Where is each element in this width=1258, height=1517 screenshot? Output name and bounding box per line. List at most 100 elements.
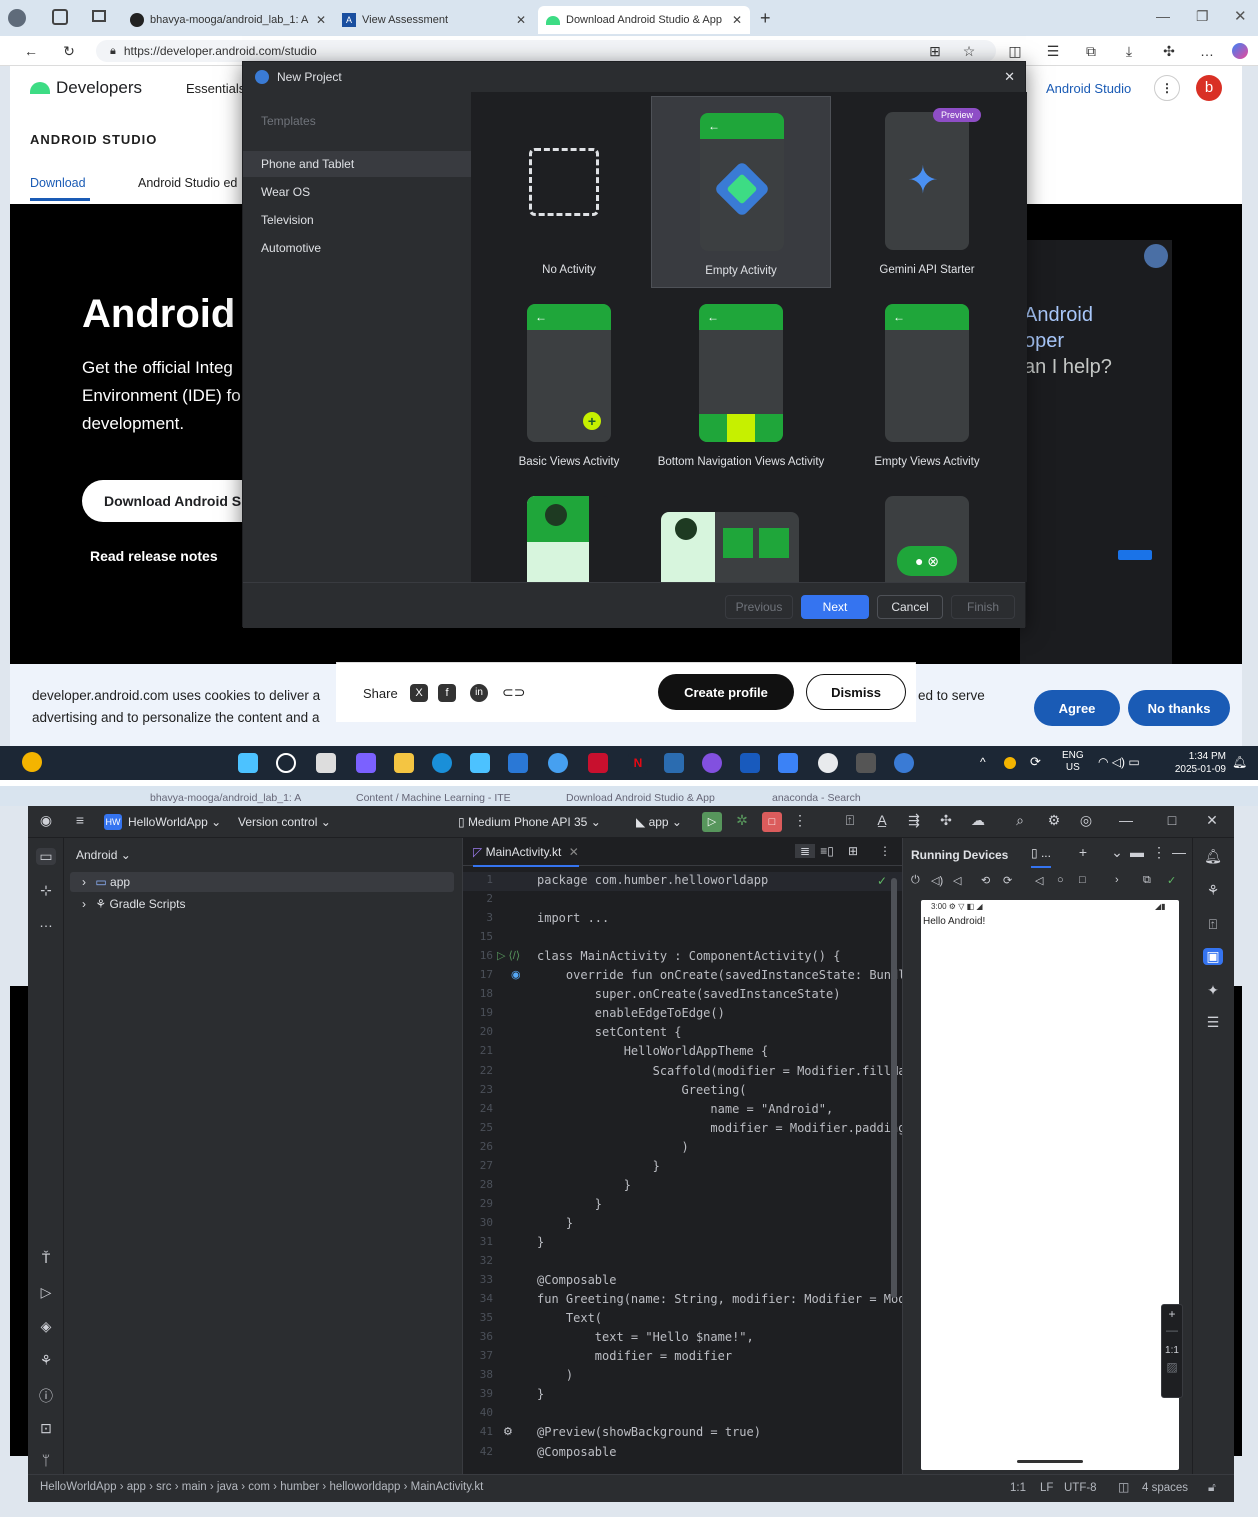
translate-icon[interactable]: A̲ (872, 812, 892, 828)
close-window-icon[interactable]: ✕ (1234, 7, 1247, 25)
code-line[interactable]: fun Greeting(name: String, modifier: Mod… (537, 1292, 902, 1306)
template-gemini-api-starter[interactable]: ✦ Preview Gemini API Starter (837, 96, 1017, 288)
breadcrumb-item[interactable]: main (182, 1481, 207, 1493)
subnav-download[interactable]: Download (30, 176, 86, 190)
breadcrumb-item[interactable]: com (248, 1481, 270, 1493)
edge-icon[interactable] (432, 753, 452, 773)
rotate-right-icon[interactable]: ⟳ (1003, 874, 1012, 887)
screenshot-icon[interactable]: ⧉ (1143, 874, 1151, 887)
code-line[interactable]: super.onCreate(savedInstanceState) (537, 987, 841, 1001)
gemini-icon[interactable]: ☁ (968, 812, 988, 829)
code-line[interactable]: Greeting( (537, 1083, 746, 1097)
breadcrumb-item[interactable]: humber (280, 1481, 319, 1493)
volume-up-icon[interactable]: ◁) (931, 874, 943, 887)
code-line[interactable]: ) (537, 1140, 688, 1154)
more-chevron-icon[interactable]: › (1115, 874, 1119, 886)
code-line[interactable]: text = "Hello $name!", (537, 1330, 754, 1344)
code-line[interactable]: class MainActivity : ComponentActivity()… (537, 949, 840, 963)
avatar[interactable]: b (1196, 75, 1222, 101)
new-tab-icon[interactable]: + (760, 8, 771, 29)
github-desktop-icon[interactable] (702, 753, 722, 773)
lock-icon[interactable]: 🔓︎ (1208, 1480, 1216, 1495)
template-navigation-drawer[interactable] (479, 480, 659, 582)
tab-options-icon[interactable]: ⋮ (875, 844, 895, 858)
zoom-ratio[interactable]: 1:1 (1162, 1345, 1182, 1356)
project-tool-icon[interactable]: ▭ (36, 848, 56, 865)
code-line[interactable]: @Composable (537, 1445, 616, 1459)
running-devices-tool-icon[interactable]: ▣ (1203, 948, 1223, 965)
chevron-down-icon[interactable]: ⌄ (1107, 844, 1127, 861)
tab-view-assessment[interactable]: A View Assessment ✕ (334, 6, 534, 34)
version-control-selector[interactable]: Version control ⌄ (238, 815, 331, 829)
android-studio-running-icon[interactable] (894, 753, 914, 773)
workspaces-icon[interactable] (52, 9, 68, 25)
structure-tool-icon[interactable]: ⊹ (36, 882, 56, 899)
template-responsive-views[interactable] (651, 480, 831, 582)
tab-github[interactable]: bhavya-mooga/android_lab_1: A ✕ (122, 6, 334, 34)
code-line[interactable]: } (537, 1235, 544, 1249)
next-button[interactable]: Next (801, 595, 869, 619)
gradle-tool-icon[interactable]: ◈ (36, 1318, 56, 1335)
main-menu-icon[interactable]: ≡ (70, 812, 90, 828)
sdk-manager-icon[interactable]: ✣ (936, 812, 956, 829)
mcafee-icon[interactable] (588, 753, 608, 773)
preview-icon[interactable]: ⊞ (843, 844, 863, 858)
collections-icon[interactable]: ⧉ (1082, 42, 1100, 60)
reader-mode-icon[interactable]: ≣ (795, 844, 815, 858)
extensions-icon[interactable]: ✣ (1160, 42, 1178, 60)
language-indicator[interactable]: ENG US (1062, 750, 1084, 774)
notification-bell-icon[interactable]: 🔔︎ (1232, 755, 1247, 769)
editor-tab-mainactivity[interactable]: ◸ MainActivity.kt ✕ (473, 845, 579, 867)
code-line[interactable]: modifier = modifier (537, 1349, 732, 1363)
search-icon[interactable] (276, 753, 296, 773)
settings-icon[interactable]: ⚙ (1044, 812, 1064, 829)
breadcrumb-item[interactable]: HelloWorldApp (40, 1481, 117, 1493)
logcat-icon[interactable]: ⚘ (36, 1352, 56, 1369)
android-studio-app-icon[interactable] (818, 753, 838, 773)
close-icon[interactable]: ✕ (732, 13, 742, 27)
tray-update-icon[interactable]: ⟳ (1030, 754, 1041, 770)
close-icon[interactable]: ✕ (1004, 69, 1015, 85)
tray-app-icon[interactable] (1004, 757, 1016, 769)
category-television[interactable]: Television (243, 207, 471, 233)
code-line[interactable]: package com.humber.helloworldapp (537, 873, 768, 887)
apps-icon[interactable]: ⊞ (926, 42, 944, 60)
photos-icon[interactable] (778, 753, 798, 773)
minimize-icon[interactable]: — (1156, 8, 1170, 24)
create-profile-button[interactable]: Create profile (658, 674, 794, 710)
code-line[interactable]: } (537, 1197, 602, 1211)
code-line[interactable]: HelloWorldAppTheme { (537, 1044, 769, 1058)
structure-list-icon[interactable]: ☰ (1203, 1014, 1223, 1031)
dismiss-button[interactable]: Dismiss (806, 674, 906, 710)
word-icon[interactable] (740, 753, 760, 773)
problems-icon[interactable]: ⓘ (36, 1386, 56, 1406)
code-line[interactable]: Text( (537, 1311, 602, 1325)
hide-panel-icon[interactable]: — (1169, 844, 1189, 860)
gutter-marker-icon[interactable]: ◉ (511, 968, 521, 981)
template-game-activity[interactable]: ● ⊗ (837, 480, 1017, 582)
split-icon[interactable]: ≡▯ (817, 844, 837, 858)
device-tab[interactable]: ▯ ... (1031, 846, 1051, 868)
code-line[interactable]: enableEdgeToEdge() (537, 1006, 725, 1020)
device-manager-icon[interactable]: ⍐ (840, 812, 860, 829)
profile-icon[interactable] (8, 9, 26, 27)
facebook-icon[interactable]: f (438, 684, 456, 702)
code-line[interactable]: Scaffold(modifier = Modifier.fillMax (537, 1064, 902, 1078)
stop-icon[interactable]: □ (762, 812, 782, 832)
clock[interactable]: 1:34 PM 2025-01-09 (1166, 750, 1226, 776)
breadcrumb-item[interactable]: app (127, 1481, 146, 1493)
task-view-icon[interactable] (316, 753, 336, 773)
device-screen[interactable]: 3:00 ⚙ ▽ ◧ ◢ ◢▮ Hello Android! (921, 900, 1179, 1470)
notifications-icon[interactable]: 🔔︎ (1203, 848, 1223, 865)
device-manager-tool-icon[interactable]: ⍐ (1203, 916, 1223, 933)
home-nav-icon[interactable]: ○ (1057, 874, 1064, 886)
url-field[interactable]: 🔒︎ https://developer.android.com/studio (96, 40, 996, 62)
terminal-icon[interactable] (856, 753, 876, 773)
netflix-icon[interactable]: N (628, 753, 648, 773)
readonly-toggle-icon[interactable]: ◫ (1118, 1480, 1129, 1494)
code-line[interactable]: override fun onCreate(savedInstanceState… (537, 968, 902, 982)
search-icon[interactable]: ⌕ (1010, 812, 1030, 829)
copilot-icon[interactable] (1232, 43, 1248, 59)
more-tools-icon[interactable]: … (36, 914, 56, 930)
tray-chevron-icon[interactable]: ^ (980, 755, 986, 769)
